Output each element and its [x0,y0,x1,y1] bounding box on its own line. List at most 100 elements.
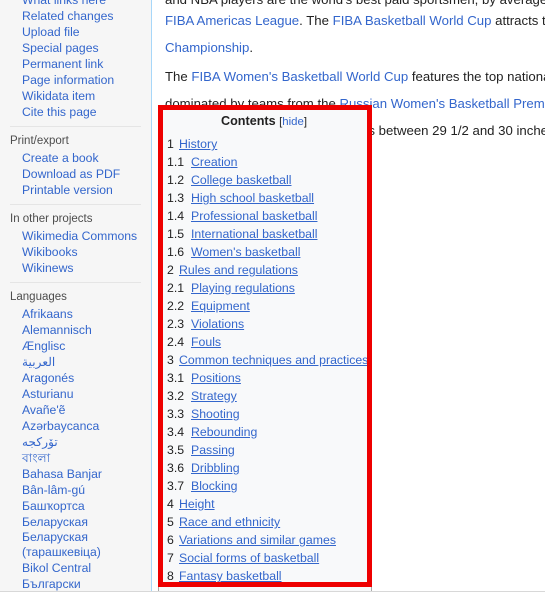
toc-toggle[interactable]: [hide] [279,116,307,128]
sidebar-item-wikibooks[interactable]: Wikibooks [0,244,151,260]
sidebar-item-upload-file[interactable]: Upload file [0,24,151,40]
toc-entry[interactable]: 2 Rules and regulations [167,261,361,279]
toc-entry-link[interactable]: Rebounding [191,425,257,439]
sidebar-item-related-changes[interactable]: Related changes [0,8,151,24]
article-link[interactable]: FIBA Basketball World Cup [333,13,492,28]
toc-entry[interactable]: 4 Height [167,495,361,513]
sidebar-item-az-rbaycanca[interactable]: Azərbaycanca [0,418,151,434]
sidebar-item-[interactable]: تۆرکجه [0,434,151,450]
toc-entry-link[interactable]: Blocking [191,479,237,493]
sidebar-item-cite-this-page[interactable]: Cite this page [0,104,151,120]
toc-entry-link[interactable]: Race and ethnicity [179,515,280,529]
toc-entry-link[interactable]: College basketball [191,173,292,187]
sidebar-item-bikol-central[interactable]: Bikol Central [0,560,151,576]
sidebar-item-asturianu[interactable]: Asturianu [0,386,151,402]
toc-entry-link[interactable]: International basketball [191,227,317,241]
sidebar-item-what-links-here[interactable]: What links here [0,0,151,8]
toc-entry[interactable]: 6 Variations and similar games [167,531,361,549]
toc-entry-link[interactable]: Fantasy basketball [179,569,282,583]
sidebar-item-b-n-l-m-g[interactable]: Bân-lâm-gú [0,482,151,498]
toc-entry[interactable]: 2.4 Fouls [167,333,361,351]
toc-entry-link[interactable]: Strategy [191,389,237,403]
sidebar-section-in-other-projects: In other projects Wikimedia Commons Wikibo… [0,204,151,276]
list-item: Create a book [0,150,151,166]
sidebar-item-wikinews[interactable]: Wikinews [0,260,151,276]
list-item: Ænglisc [0,338,151,354]
toc-entry-link[interactable]: Social forms of basketball [179,551,319,565]
list-item: Page information [0,72,151,88]
sidebar-link-list: Create a book Download as PDF Printable ve… [0,150,151,198]
toc-entry[interactable]: 1 History [167,135,361,153]
sidebar-item-permanent-link[interactable]: Permanent link [0,56,151,72]
toc-entry[interactable]: 1.2 College basketball [167,171,361,189]
sidebar-item-[interactable]: العربية [0,354,151,370]
toc-entry-link[interactable]: Passing [191,443,235,457]
list-item: Download as PDF [0,166,151,182]
toc-entry[interactable]: 3.2 Strategy [167,387,361,405]
toc-entry-link[interactable]: History [179,137,217,151]
toc-entry-link[interactable]: Creation [191,155,237,169]
toc-entry-link[interactable]: High school basketball [191,191,314,205]
sidebar-item-nglisc[interactable]: Ænglisc [0,338,151,354]
sidebar-item-ava-e[interactable]: Avañe'ẽ [0,402,151,418]
toc-entry-link[interactable]: Height [179,497,215,511]
sidebar-item-bahasa-banjar[interactable]: Bahasa Banjar [0,466,151,482]
sidebar-item-printable-version[interactable]: Printable version [0,182,151,198]
toc-entry-link[interactable]: Equipment [191,299,250,313]
toc-entry-link[interactable]: Shooting [191,407,240,421]
sidebar-item-wikidata-item[interactable]: Wikidata item [0,88,151,104]
toc-entry[interactable]: 1.6 Women's basketball [167,243,361,261]
toc-entry-number: 3.1 [167,371,185,385]
sidebar-item-[interactable]: বাংলা [0,450,151,466]
toc-entry[interactable]: 3 Common techniques and practices [167,351,368,369]
toc-entry-link[interactable]: Rules and regulations [179,263,298,277]
toc-toggle-link[interactable]: hide [282,116,304,128]
toc-entry[interactable]: 5 Race and ethnicity [167,513,361,531]
toc-entry[interactable]: 3.4 Rebounding [167,423,361,441]
article-text: attracts the top na [495,13,545,28]
toc-entry-link[interactable]: Variations and similar games [179,533,336,547]
article-link[interactable]: FIBA Women's Basketball World Cup [191,69,408,84]
sidebar-item-[interactable]: Беларуская [0,514,151,530]
toc-entry-link[interactable]: Dribbling [191,461,240,475]
toc-entry-number: 6 [167,533,174,547]
toc-entry[interactable]: 8 Fantasy basketball [167,567,361,585]
toc-entry-link[interactable]: Positions [191,371,241,385]
sidebar-item-[interactable]: Беларуская (тарашкевіца) [0,530,151,560]
toc-entry-link[interactable]: Women's basketball [191,245,300,259]
toc-entry[interactable]: 1.5 International basketball [167,225,361,243]
toc-entry-link[interactable]: Common techniques and practices [179,353,368,367]
sidebar-item-download-as-pdf[interactable]: Download as PDF [0,166,151,182]
list-item: Wikibooks [0,244,151,260]
list-item: Wikinews [0,260,151,276]
toc-entry[interactable]: 3.5 Passing [167,441,361,459]
sidebar-item-page-information[interactable]: Page information [0,72,151,88]
toc-entry[interactable]: 1.1 Creation [167,153,361,171]
toc-entry[interactable]: 3.7 Blocking [167,477,361,495]
sidebar-item-aragon-s[interactable]: Aragonés [0,370,151,386]
sidebar-item-wikimedia-commons[interactable]: Wikimedia Commons [0,228,151,244]
toc-entry[interactable]: 3.1 Positions [167,369,361,387]
toc-entry[interactable]: 3.3 Shooting [167,405,361,423]
article-link[interactable]: FIBA Americas League [165,13,299,28]
toc-entry[interactable]: 2.3 Violations [167,315,361,333]
sidebar-link-list: Afrikaans Alemannisch Ænglisc العربية Aragon… [0,306,151,592]
sidebar-item-afrikaans[interactable]: Afrikaans [0,306,151,322]
sidebar-item-alemannisch[interactable]: Alemannisch [0,322,151,338]
toc-entry-link[interactable]: Playing regulations [191,281,295,295]
toc-entry[interactable]: 3.6 Dribbling [167,459,361,477]
toc-entry[interactable]: 7 Social forms of basketball [167,549,361,567]
toc-toggle-bracket-close: ] [303,116,307,128]
sidebar-item-create-a-book[interactable]: Create a book [0,150,151,166]
toc-entry[interactable]: 2.1 Playing regulations [167,279,361,297]
toc-entry[interactable]: 2.2 Equipment [167,297,361,315]
toc-entry-link[interactable]: Fouls [191,335,221,349]
toc-entry[interactable]: 1.4 Professional basketball [167,207,361,225]
article-link[interactable]: Championship [165,40,249,55]
toc-entry-link[interactable]: Professional basketball [191,209,317,223]
toc-entry-link[interactable]: Violations [191,317,244,331]
toc-entry[interactable]: 1.3 High school basketball [167,189,361,207]
sidebar-item-[interactable]: Български [0,576,151,592]
sidebar-item-[interactable]: Башҡортса [0,498,151,514]
sidebar-item-special-pages[interactable]: Special pages [0,40,151,56]
